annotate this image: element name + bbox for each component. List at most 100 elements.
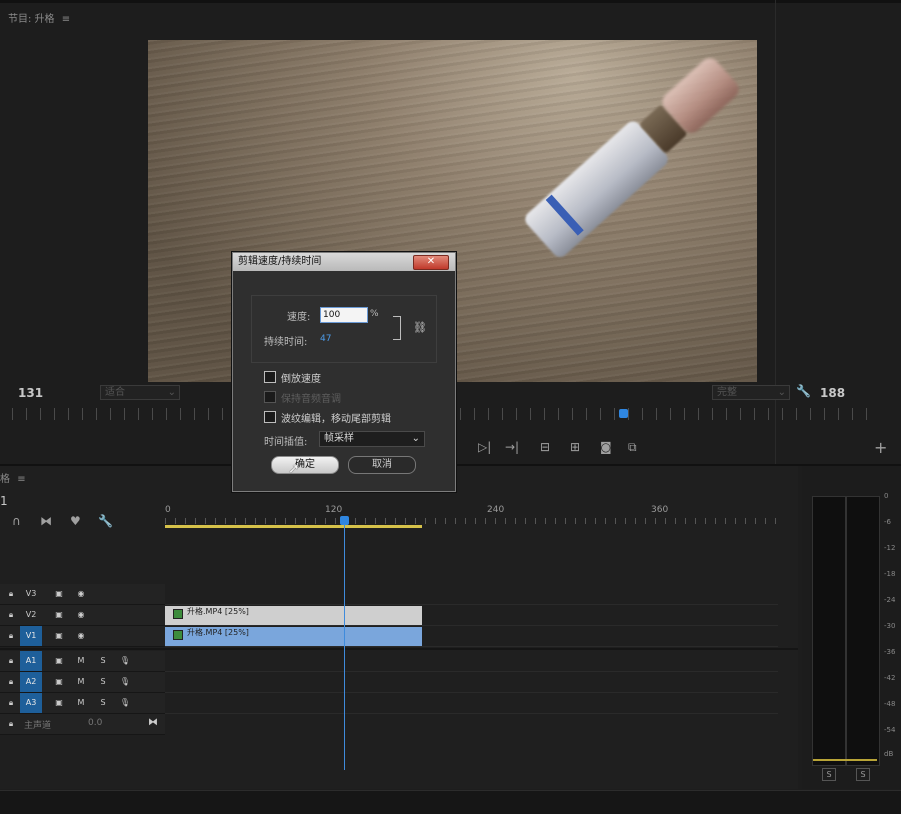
ruler-label: 0 [165, 505, 171, 515]
track-header-a3[interactable]: 🔒︎ A3 ▣ M S 🎙︎ [0, 693, 165, 714]
lock-icon[interactable]: 🔒︎ [0, 626, 22, 646]
ripple-edit-checkbox[interactable] [264, 411, 276, 423]
camera-icon[interactable]: ◙ [600, 440, 612, 454]
wrench-icon[interactable]: 🔧 [796, 384, 811, 398]
solo-button[interactable]: S [92, 651, 114, 671]
lock-icon[interactable]: 🔒︎ [0, 693, 22, 713]
meter-scale-label: -30 [884, 622, 896, 630]
master-track-value[interactable]: 0.0 [88, 718, 102, 728]
track-name-a2[interactable]: A2 [20, 672, 42, 692]
speed-duration-dialog[interactable]: 剪辑速度/持续时间 ✕ 速度: 100 % ⛓ 持续时间: 47 倒放速度 保持… [232, 252, 456, 492]
extract-icon[interactable]: ⊞ [570, 440, 580, 454]
track-header-v1[interactable]: 🔒︎ V1 ▣ ◉ [0, 626, 165, 647]
cancel-button[interactable]: 取消 [348, 456, 416, 474]
meter-peak-line [813, 759, 877, 761]
solo-left-button[interactable]: S [822, 768, 836, 781]
audio-meters-panel: 0 -6 -12 -18 -24 -30 -36 -42 -48 -54 dB … [802, 466, 901, 789]
compare-icon[interactable]: ⧉ [628, 440, 637, 455]
video-audio-separator [0, 648, 798, 650]
track-header-v2[interactable]: 🔒︎ V2 ▣ ◉ [0, 605, 165, 626]
sync-lock-icon[interactable]: ▣ [48, 584, 70, 604]
meter-scale-label: -18 [884, 570, 896, 578]
clip-v1-name: 升格.MP4 [25%] [187, 628, 249, 637]
meter-scale-label: -24 [884, 596, 896, 604]
solo-button[interactable]: S [92, 693, 114, 713]
mute-button[interactable]: M [70, 693, 92, 713]
wrench-icon[interactable]: 🔧 [98, 514, 113, 528]
monitor-playhead-marker[interactable] [619, 409, 628, 418]
track-header-a1[interactable]: 🔒︎ A1 ▣ M S 🎙︎ [0, 651, 165, 672]
microphone-icon[interactable]: 🎙︎ [114, 693, 136, 713]
fx-badge-icon [173, 630, 183, 640]
go-to-end-icon[interactable]: ⧓ [148, 717, 158, 728]
track-header-a2[interactable]: 🔒︎ A2 ▣ M S 🎙︎ [0, 672, 165, 693]
fit-dropdown[interactable]: 适合 ⌄ [100, 385, 180, 400]
reverse-speed-checkbox[interactable] [264, 371, 276, 383]
track-lane-a3[interactable] [165, 693, 778, 714]
lock-icon[interactable]: 🔒︎ [0, 651, 22, 671]
track-lane-a2[interactable] [165, 672, 778, 693]
eye-icon[interactable]: ◉ [70, 584, 92, 604]
chain-link-icon[interactable]: ⛓ [413, 321, 427, 334]
duration-value[interactable]: 47 [320, 334, 331, 344]
master-track-label: 主声道 [24, 721, 52, 731]
eye-icon[interactable]: ◉ [70, 626, 92, 646]
track-name-v2[interactable]: V2 [20, 605, 42, 625]
sync-lock-icon[interactable]: ▣ [48, 626, 70, 646]
clip-v2[interactable]: 升格.MP4 [25%] [165, 606, 422, 625]
sync-lock-icon[interactable]: ▣ [48, 693, 70, 713]
sync-lock-icon[interactable]: ▣ [48, 651, 70, 671]
snap-icon[interactable]: ∩ [12, 514, 21, 528]
time-interp-dropdown[interactable]: 帧采样 ⌄ [319, 431, 425, 447]
microphone-icon[interactable]: 🎙︎ [114, 672, 136, 692]
solo-right-button[interactable]: S [856, 768, 870, 781]
eye-icon[interactable]: ◉ [70, 605, 92, 625]
lock-icon[interactable]: 🔒︎ [0, 605, 22, 625]
program-panel-title-text: 节目: 升格 [8, 14, 55, 25]
meter-scale-label: -42 [884, 674, 896, 682]
panel-menu-icon[interactable]: ≡ [62, 14, 70, 25]
lift-icon[interactable]: ⊟ [540, 440, 550, 454]
dialog-title: 剪辑速度/持续时间 [238, 256, 322, 267]
timeline-ruler[interactable]: 0 120 240 360 [165, 502, 778, 530]
clip-v1[interactable]: 升格.MP4 [25%] [165, 627, 422, 646]
track-header-v3[interactable]: 🔒︎ V3 ▣ ◉ [0, 584, 165, 605]
speed-input[interactable]: 100 [320, 307, 368, 323]
microphone-icon[interactable]: 🎙︎ [114, 651, 136, 671]
ok-button[interactable]: 确定 [271, 456, 339, 474]
time-interp-label: 时间插值: [264, 437, 308, 448]
mute-button[interactable]: M [70, 651, 92, 671]
meter-scale-label: -12 [884, 544, 896, 552]
panel-menu-icon[interactable]: ≡ [17, 474, 25, 485]
sync-lock-icon[interactable]: ▣ [48, 672, 70, 692]
chevron-down-icon: ⌄ [777, 387, 786, 398]
program-panel-title[interactable]: 节目: 升格 ≡ [8, 10, 70, 25]
track-name-a3[interactable]: A3 [20, 693, 42, 713]
track-name-a1[interactable]: A1 [20, 651, 42, 671]
solo-button[interactable]: S [92, 672, 114, 692]
track-name-v3[interactable]: V3 [20, 584, 42, 604]
step-forward-icon[interactable]: ▷| [478, 440, 491, 454]
close-button[interactable]: ✕ [413, 255, 449, 270]
track-lane-v3[interactable] [165, 584, 778, 605]
maintain-pitch-checkbox [264, 391, 276, 403]
top-divider [0, 0, 901, 3]
sync-lock-icon[interactable]: ▣ [48, 605, 70, 625]
go-to-out-icon[interactable]: →| [505, 440, 519, 454]
linked-selection-icon[interactable]: ⧓ [40, 514, 52, 528]
quality-dropdown[interactable]: 完整 ⌄ [712, 385, 790, 400]
lock-icon[interactable]: 🔒︎ [0, 714, 22, 734]
mute-button[interactable]: M [70, 672, 92, 692]
track-name-v1[interactable]: V1 [20, 626, 42, 646]
playhead-timecode[interactable]: 131 [18, 386, 43, 400]
timeline-panel-title[interactable]: 格 ≡ [0, 470, 26, 485]
master-track-header[interactable]: 🔒︎ 主声道 0.0 ⧓ [0, 714, 165, 735]
add-marker-icon[interactable]: ♥ [70, 514, 81, 528]
track-lane-a1[interactable] [165, 651, 778, 672]
lock-icon[interactable]: 🔒︎ [0, 584, 22, 604]
add-button-icon[interactable]: + [874, 438, 887, 457]
lock-icon[interactable]: 🔒︎ [0, 672, 22, 692]
timeline-panel[interactable]: 格 ≡ 1 ∩ ⧓ ♥ 🔧 0 120 240 360 🔒︎ V3 ▣ ◉ 🔒︎… [0, 466, 798, 789]
work-area-bar[interactable] [165, 525, 422, 528]
dialog-titlebar[interactable]: 剪辑速度/持续时间 ✕ [233, 253, 455, 271]
